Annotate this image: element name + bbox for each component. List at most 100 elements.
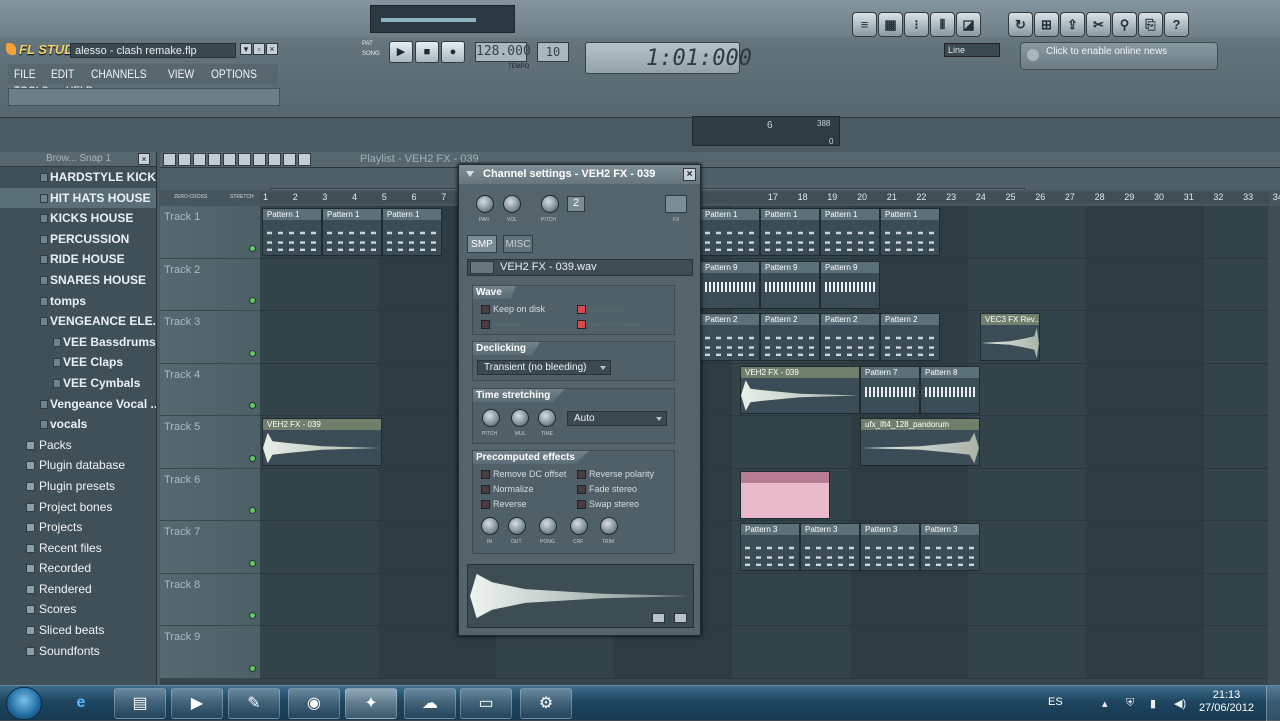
stretch-pitch-knob[interactable]: [482, 409, 500, 427]
zoom-icon[interactable]: [652, 613, 665, 623]
track-enable-led[interactable]: [249, 349, 256, 357]
track-enable-led[interactable]: [249, 244, 256, 252]
snap-selector[interactable]: Line: [944, 43, 1000, 57]
menu-options[interactable]: OPTIONS: [211, 67, 257, 81]
track-name[interactable]: Track 5: [160, 416, 260, 469]
tab-smp[interactable]: SMP: [467, 235, 497, 253]
track-name[interactable]: Track 9: [160, 626, 260, 679]
playlist-clip[interactable]: Pattern 3: [800, 523, 860, 571]
zero-cross-label[interactable]: ZERO-CROSS: [174, 194, 207, 200]
playlist-clip[interactable]: Pattern 1: [322, 208, 382, 256]
playlist-icon[interactable]: ≡: [852, 12, 877, 37]
reverse-polarity-checkbox[interactable]: Reverse polarity: [577, 469, 654, 479]
vertical-scrollbar[interactable]: [1268, 206, 1280, 685]
playlist-clip[interactable]: Pattern 2: [820, 313, 880, 361]
browser-item[interactable]: SNARES HOUSE: [0, 270, 156, 291]
playlist-clip[interactable]: Pattern 9: [700, 260, 760, 309]
pitch-knob[interactable]: [541, 195, 559, 213]
track-enable-led[interactable]: [249, 559, 256, 567]
browser-item[interactable]: VENGEANCE ELE...: [0, 311, 156, 332]
browser-item[interactable]: Project bones: [0, 497, 156, 518]
network-icon[interactable]: ▮: [1150, 697, 1156, 710]
stretch-label[interactable]: STRETCH: [230, 194, 254, 200]
out-knob[interactable]: [508, 517, 526, 535]
track-lane[interactable]: Pattern 9 Pattern 9 Pattern 9: [260, 258, 1270, 311]
slip-icon[interactable]: [238, 153, 251, 166]
track-enable-led[interactable]: [249, 612, 256, 619]
folder-icon[interactable]: [470, 261, 494, 274]
internet-explorer-icon[interactable]: e: [57, 688, 105, 719]
playlist-clip[interactable]: Pattern 2: [760, 313, 820, 361]
stretch-time-knob[interactable]: [538, 409, 556, 427]
pitch-range-box[interactable]: 2: [567, 196, 585, 212]
tempo-display[interactable]: 128.000: [475, 42, 531, 62]
playlist-clip[interactable]: Pattern 1: [880, 208, 940, 256]
load-regions-checkbox[interactable]: Load regions: [577, 304, 624, 314]
track-name[interactable]: Track 6: [160, 468, 260, 521]
track-lane[interactable]: [260, 626, 1270, 679]
fl-studio-taskbar-icon[interactable]: ✦: [345, 688, 397, 719]
playlist-clip[interactable]: Pattern 1: [760, 208, 820, 256]
track-name[interactable]: Track 2: [160, 258, 260, 311]
search-icon[interactable]: ⚲: [1112, 12, 1137, 37]
browser-item[interactable]: Vengeance Vocal ...: [0, 394, 156, 415]
clipboard-icon[interactable]: ⎘: [1138, 12, 1163, 37]
reverse-checkbox[interactable]: Reverse: [481, 499, 527, 509]
browser-item[interactable]: Recent files: [0, 538, 156, 559]
track-lane[interactable]: VEH2 FX - 039 Pattern 7 Pattern 8: [260, 363, 1270, 416]
media-player-icon[interactable]: ▶: [171, 688, 223, 719]
track-enable-led[interactable]: [249, 454, 256, 462]
playlist-clip[interactable]: Pattern 1: [382, 208, 442, 256]
browser-item[interactable]: HARDSTYLE KICKS: [0, 167, 156, 188]
normalize-checkbox[interactable]: Normalize: [481, 484, 534, 494]
browser-item[interactable]: VEE Claps: [0, 352, 156, 373]
playlist-clip[interactable]: Pattern 7: [860, 365, 920, 414]
fade-stereo-checkbox[interactable]: Fade stereo: [577, 484, 637, 494]
magnet-icon[interactable]: [178, 153, 191, 166]
browser-item[interactable]: Plugin presets: [0, 476, 156, 497]
browser-item[interactable]: vocals: [0, 414, 156, 435]
mute-icon[interactable]: [223, 153, 236, 166]
menu-channels[interactable]: CHANNELS: [91, 67, 147, 81]
select-icon[interactable]: [268, 153, 281, 166]
keep-on-disk-checkbox[interactable]: Keep on disk: [481, 304, 545, 314]
brush-icon[interactable]: [208, 153, 221, 166]
trim-knob[interactable]: [600, 517, 618, 535]
pencil-icon[interactable]: [193, 153, 206, 166]
track-enable-led[interactable]: [249, 402, 256, 409]
sample-waveform-view[interactable]: [467, 564, 694, 628]
swap-stereo-checkbox[interactable]: Swap stereo: [577, 499, 639, 509]
dropdown-arrow-icon[interactable]: [466, 171, 474, 177]
track-lane[interactable]: [260, 468, 1270, 521]
pattern-selector[interactable]: 10: [537, 42, 569, 62]
browser-item[interactable]: Rendered: [0, 579, 156, 600]
edit-icon[interactable]: [674, 613, 687, 623]
browser-item[interactable]: VEE Cymbals: [0, 373, 156, 394]
in-knob[interactable]: [481, 517, 499, 535]
close-icon[interactable]: ×: [266, 43, 278, 55]
playlist-clip[interactable]: Pattern 3: [860, 523, 920, 571]
playlist-clip[interactable]: Pattern 2: [880, 313, 940, 361]
browser-item[interactable]: Recorded: [0, 558, 156, 579]
browser-icon[interactable]: ◪: [956, 12, 981, 37]
network-app-icon[interactable]: ☁: [404, 688, 456, 719]
chrome-icon[interactable]: ◉: [288, 688, 340, 719]
playlist-clip[interactable]: VEH2 FX - 039: [740, 365, 860, 414]
stretch-mode-select[interactable]: Auto: [567, 411, 667, 426]
browser-item[interactable]: Sliced beats: [0, 620, 156, 641]
start-button[interactable]: [6, 687, 42, 720]
tools-icon[interactable]: ✂: [1086, 12, 1111, 37]
browser-item[interactable]: VEE Bassdrums: [0, 332, 156, 353]
app-icon[interactable]: ✎: [228, 688, 280, 719]
playlist-clip[interactable]: ufx_lft4_128_pandorum: [860, 418, 980, 466]
playlist-clip[interactable]: Pattern 1: [820, 208, 880, 256]
notes-icon[interactable]: ▭: [460, 688, 512, 719]
play-button[interactable]: ▶: [389, 41, 413, 63]
timeline-ruler[interactable]: 1234567817181920212223242526272829303132…: [260, 192, 1280, 204]
playlist-clip[interactable]: VEH2 FX - 039: [262, 418, 382, 466]
show-desktop-button[interactable]: [1266, 686, 1280, 721]
export-icon[interactable]: ⇪: [1060, 12, 1085, 37]
minimize-icon[interactable]: ▾: [240, 43, 252, 55]
browser-item[interactable]: Packs: [0, 435, 156, 456]
track-enable-led[interactable]: [249, 507, 256, 514]
